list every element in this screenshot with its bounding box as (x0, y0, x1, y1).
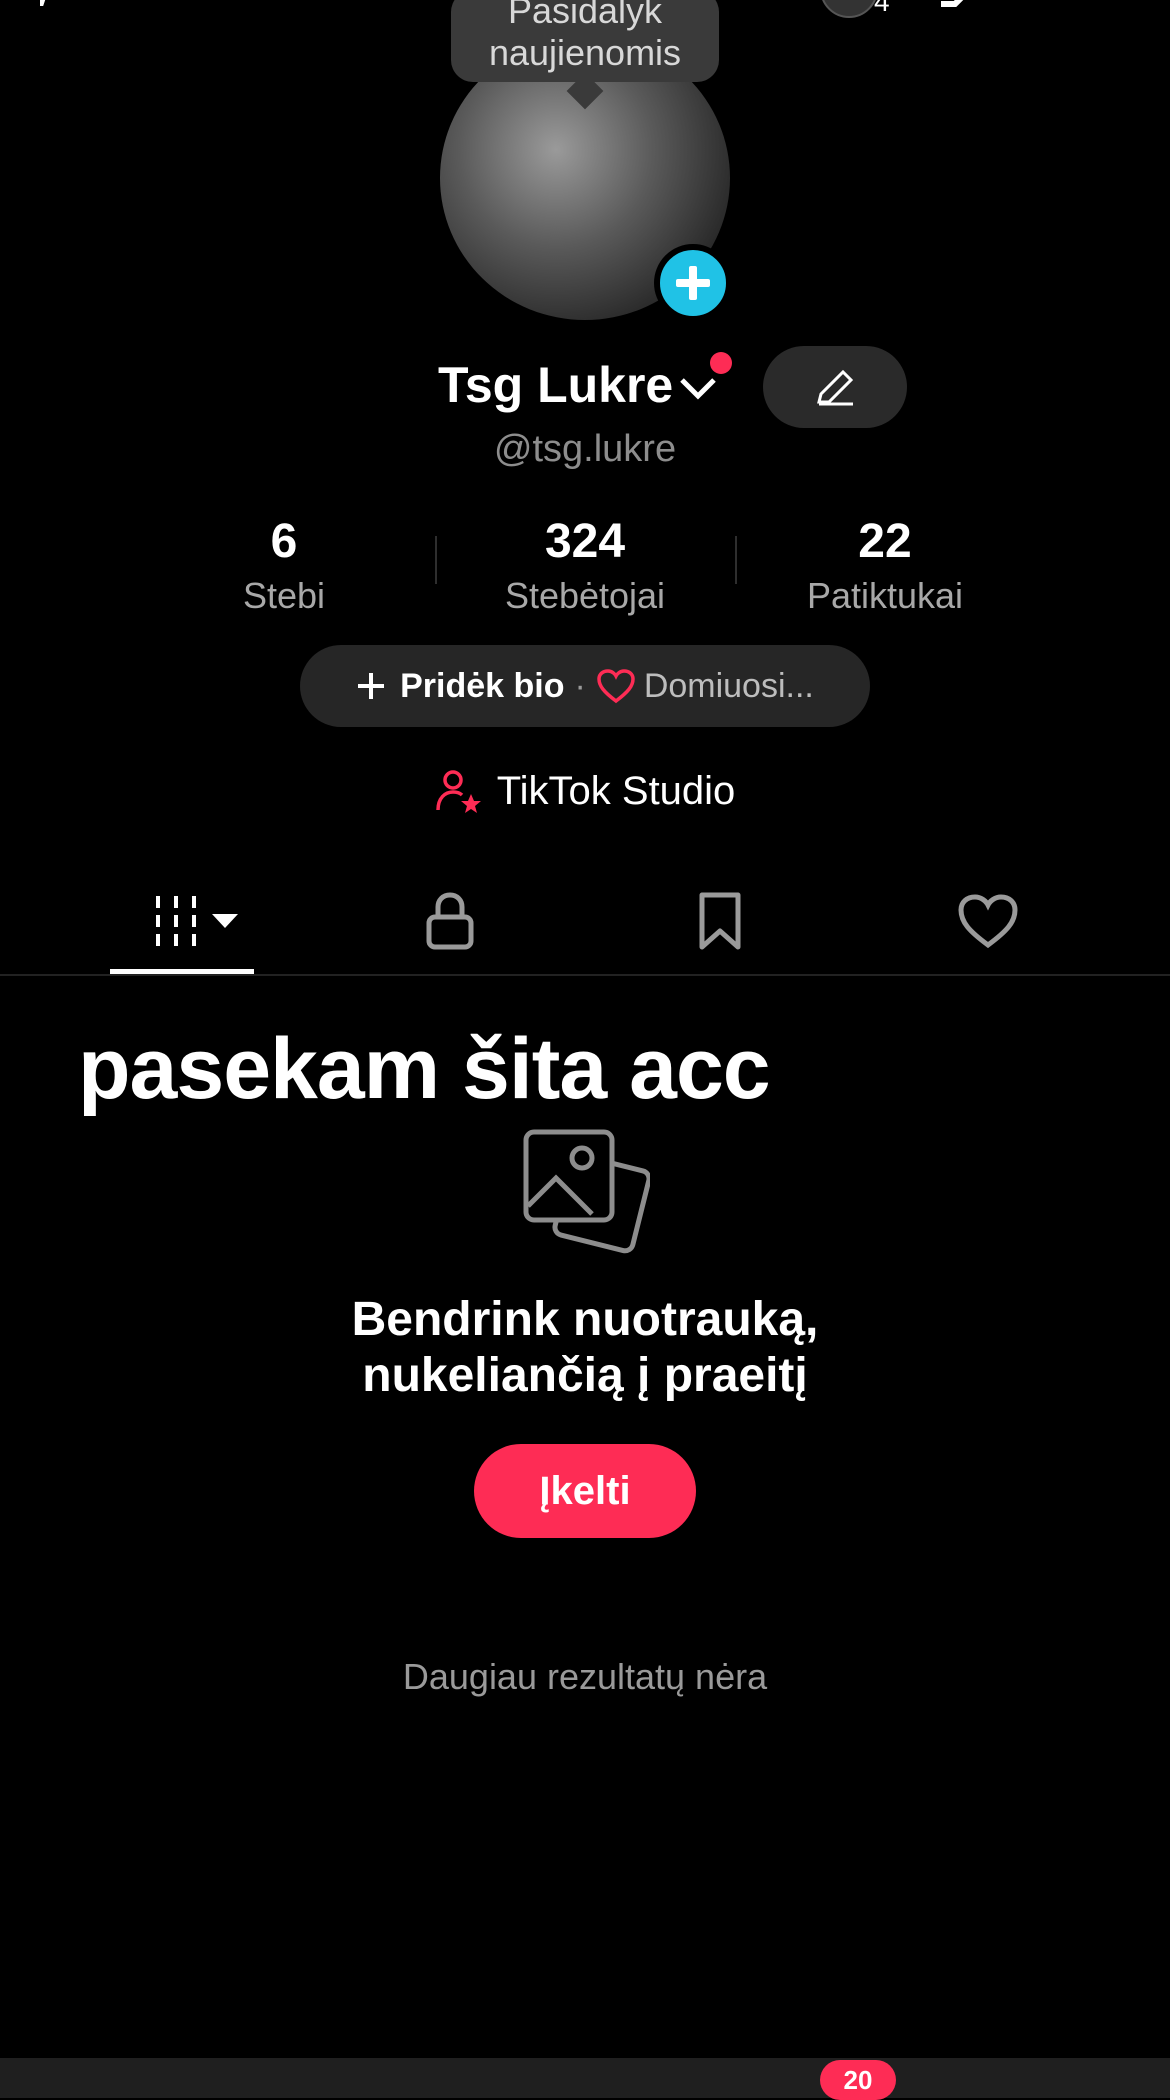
account-switcher-avatar[interactable] (820, 0, 878, 18)
bookmark-icon (699, 892, 741, 950)
tooltip-line-1: Pasidalyk (507, 0, 663, 31)
stat-following[interactable]: 6 Stebi (134, 514, 434, 617)
stat-likes-value: 22 (858, 515, 912, 568)
profile-handle: @tsg.lukre (493, 428, 677, 470)
add-friends-icon[interactable] (40, 0, 110, 6)
inbox-badge[interactable]: 20 (820, 2060, 896, 2100)
bottom-navigation (0, 2058, 1170, 2098)
stat-likes-label: Patiktukai (806, 575, 964, 616)
add-bio-button[interactable]: Pridėk bio · Domiuosi... (300, 645, 870, 727)
photo-stack-icon (523, 1129, 650, 1254)
empty-state-line-2: nukeliančią į praeitį (362, 1349, 808, 1402)
tab-videos[interactable] (110, 868, 254, 974)
heart-outline-icon (597, 669, 635, 704)
tab-liked[interactable] (928, 868, 1048, 974)
plus-icon (676, 266, 710, 300)
account-count: 4 (874, 0, 890, 17)
grid-icon (156, 896, 196, 946)
stat-followers-label: Stebėtojai (504, 575, 666, 616)
profile-name[interactable]: Tsg Lukre (438, 356, 673, 414)
edit-profile-button[interactable] (763, 346, 907, 428)
lock-icon (426, 892, 474, 950)
chevron-down-icon[interactable] (678, 372, 718, 402)
add-story-button[interactable] (654, 244, 732, 322)
no-more-results: Daugiau rezultatų nėra (402, 1656, 768, 1697)
profile-tabs (0, 868, 1170, 976)
story-tooltip[interactable]: Pasidalyk naujienomis (451, 0, 719, 82)
tab-private[interactable] (390, 868, 510, 974)
empty-state-title: Bendrink nuotrauką, nukeliančią į praeit… (0, 1292, 1170, 1404)
stat-likes[interactable]: 22 Patiktukai (735, 514, 1035, 617)
stat-followers-value: 324 (544, 515, 626, 568)
tiktok-studio-link[interactable]: TikTok Studio (0, 768, 1170, 814)
tab-active-indicator (110, 969, 254, 974)
tab-favorites[interactable] (660, 868, 780, 974)
tooltip-line-2: naujienomis (488, 32, 682, 73)
creator-star-icon (435, 770, 481, 813)
overlay-text: pasekam šita acc (78, 1021, 771, 1117)
stat-following-label: Stebi (242, 575, 326, 616)
heart-icon (958, 894, 1018, 949)
bio-separator: · (574, 666, 586, 705)
interests-label: Domiuosi... (643, 666, 814, 705)
notification-dot (710, 352, 732, 374)
tiktok-studio-label: TikTok Studio (496, 768, 736, 813)
stat-following-value: 6 (270, 515, 298, 568)
add-bio-label: Pridėk bio (400, 666, 565, 705)
stat-followers[interactable]: 324 Stebėtojai (435, 514, 735, 617)
upload-button[interactable]: Įkelti (474, 1444, 696, 1538)
plus-icon (358, 673, 385, 699)
empty-state-line-1: Bendrink nuotrauką, (351, 1293, 819, 1346)
caret-down-icon (212, 914, 238, 928)
menu-icon[interactable] (1062, 0, 1122, 2)
pencil-icon (817, 369, 854, 406)
create-icon[interactable] (935, 0, 995, 10)
